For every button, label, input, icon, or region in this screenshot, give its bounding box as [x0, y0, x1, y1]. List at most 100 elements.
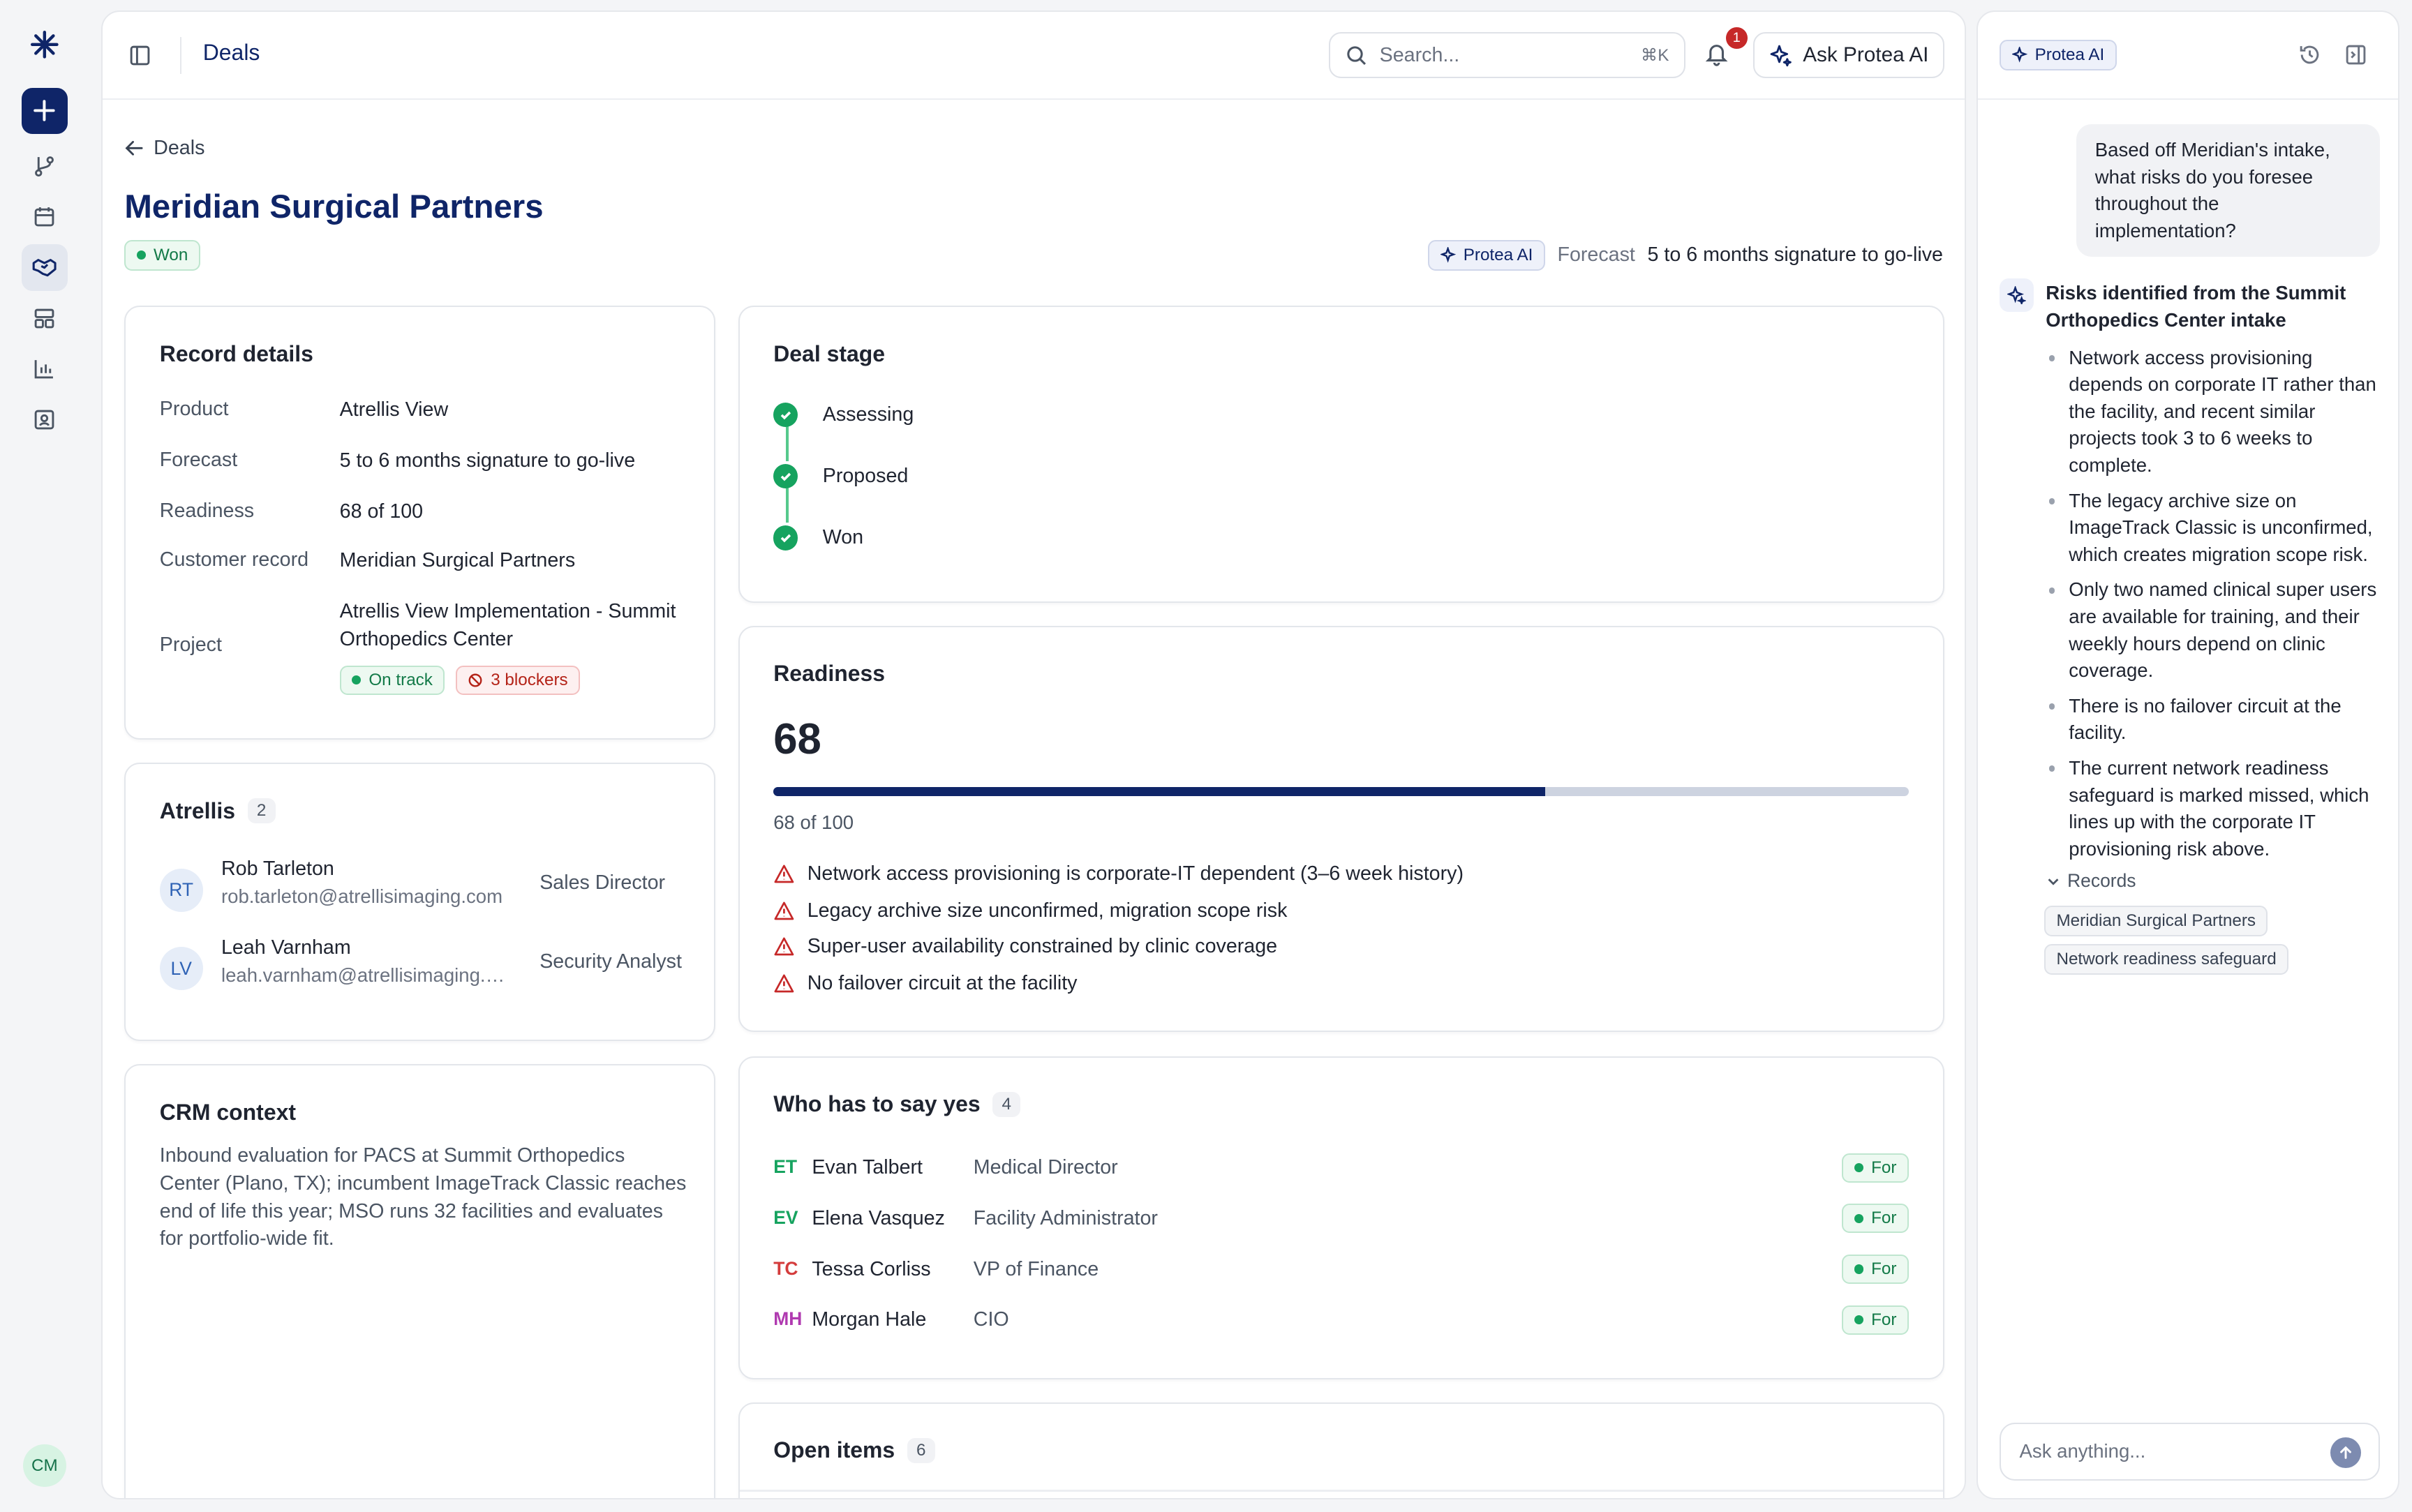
plus-icon[interactable] — [21, 87, 68, 134]
contact-icon[interactable] — [22, 397, 68, 443]
record-chip[interactable]: Meridian Surgical Partners — [2044, 906, 2268, 937]
sidebar-toggle-icon[interactable] — [124, 40, 155, 70]
deal-stage-card: Deal stage Assessing Proposed Won — [738, 306, 1944, 603]
member-role: Sales Director — [539, 871, 666, 895]
approver-role: Medical Director — [973, 1156, 1118, 1179]
answer-bullet: The current network readiness safeguard … — [2046, 755, 2381, 862]
record-chip[interactable]: Network readiness safeguard — [2044, 944, 2289, 975]
stance-tag: For — [1842, 1305, 1909, 1335]
sparkle-icon — [2000, 278, 2034, 313]
page-title: Meridian Surgical Partners — [124, 188, 544, 225]
field-value: 68 of 100 — [339, 500, 424, 523]
answer-bullet: Only two named clinical super users are … — [2046, 576, 2381, 684]
card-title: CRM context — [159, 1099, 296, 1125]
warning-icon — [774, 974, 794, 992]
warning-icon — [774, 864, 794, 883]
stance-label: For — [1871, 1259, 1897, 1279]
record-details-card: Record details Product Atrellis View For… — [124, 306, 715, 740]
bar-chart-icon[interactable] — [22, 346, 68, 392]
stage-item: Won — [773, 525, 863, 551]
top-bar: Deals Search... ⌘K 1 Ask Protea AI — [103, 12, 1965, 100]
branch-icon[interactable] — [22, 143, 68, 189]
answer-title: Risks identified from the Summit Orthope… — [2046, 281, 2346, 331]
field-label: Project — [159, 633, 222, 656]
card-title: Who has to say yes 4 — [773, 1091, 1021, 1118]
check-icon — [773, 525, 798, 551]
readiness-card: Readiness 68 68 of 100 Network access pr… — [738, 625, 1944, 1032]
status-dot — [352, 675, 362, 685]
readiness-of-label: 68 of 100 — [773, 811, 854, 834]
records-toggle[interactable]: Records — [2046, 870, 2136, 892]
approver-row[interactable]: MH Morgan Hale CIO For — [773, 1305, 1909, 1336]
crm-context-card: CRM context Inbound evaluation for PACS … — [124, 1064, 715, 1498]
breadcrumb[interactable]: Deals — [203, 40, 260, 66]
approver-name: Elena Vasquez — [812, 1206, 945, 1229]
project-tags: On track 3 blockers — [339, 665, 581, 695]
stance-tag: For — [1842, 1255, 1909, 1284]
member-email[interactable]: leah.varnham@atrellisimaging.com — [221, 964, 506, 987]
stage-label: Assessing — [822, 403, 914, 426]
records-label: Records — [2067, 870, 2136, 892]
team-card: Atrellis 2 RT Rob Tarleton rob.tarleton@a… — [124, 763, 715, 1041]
avatar: LV — [159, 947, 203, 990]
search-icon — [1347, 46, 1367, 65]
approver-role: CIO — [973, 1308, 1009, 1331]
stance-tag: For — [1842, 1204, 1909, 1234]
approver-row[interactable]: EV Elena Vasquez Facility Administrator For — [773, 1204, 1909, 1234]
open-items-card: Open items 6 — [738, 1402, 1944, 1498]
ai-badge[interactable]: Protea AI — [1428, 239, 1545, 271]
approver-row[interactable]: TC Tessa Corliss VP of Finance For — [773, 1255, 1909, 1285]
status-badge: Won — [124, 239, 200, 271]
readiness-progress-bar — [773, 787, 1909, 797]
answer-bullet: There is no failover circuit at the faci… — [2046, 693, 2381, 747]
blockers-tag[interactable]: 3 blockers — [455, 665, 581, 695]
user-message: Based off Meridian's intake, what risks … — [2076, 124, 2380, 257]
search-placeholder: Search... — [1379, 43, 1460, 66]
ai-badge: Protea AI — [2000, 40, 2117, 71]
history-icon[interactable] — [2298, 43, 2323, 68]
stage-item: Assessing — [773, 403, 914, 428]
stance-label: For — [1871, 1208, 1897, 1228]
ask-ai-button[interactable]: Ask Protea AI — [1753, 32, 1944, 79]
status-dot — [1854, 1315, 1864, 1325]
forecast-label: Forecast — [1557, 244, 1635, 267]
risk-item: No failover circuit at the facility — [773, 972, 1078, 995]
ask-ai-label: Ask Protea AI — [1803, 43, 1929, 67]
ask-input[interactable]: Ask anything... — [2000, 1422, 2380, 1481]
field-label: Product — [159, 398, 229, 421]
panel-collapse-icon[interactable] — [2344, 43, 2369, 68]
team-member[interactable]: RT Rob Tarleton rob.tarleton@atrellisima… — [159, 858, 665, 912]
member-email[interactable]: rob.tarleton@atrellisimaging.com — [221, 885, 506, 908]
layout-icon[interactable] — [22, 295, 68, 341]
stage-item: Proposed — [773, 464, 908, 489]
approver-row[interactable]: ET Evan Talbert Medical Director For — [773, 1153, 1909, 1184]
risk-text: Legacy archive size unconfirmed, migrati… — [807, 899, 1288, 922]
search-input[interactable]: Search... ⌘K — [1329, 32, 1686, 79]
project-link[interactable]: Atrellis View Implementation - Summit Or… — [340, 598, 686, 653]
approver-role: VP of Finance — [973, 1257, 1099, 1280]
send-icon[interactable] — [2330, 1437, 2362, 1469]
sparkle-icon — [1440, 246, 1456, 263]
calendar-icon[interactable] — [22, 194, 68, 240]
customer-record-link[interactable]: Meridian Surgical Partners — [340, 547, 575, 575]
card-title: Record details — [159, 340, 313, 366]
divider — [179, 36, 181, 74]
avatar: RT — [159, 868, 203, 912]
user-avatar[interactable]: CM — [23, 1444, 66, 1488]
team-member[interactable]: LV Leah Varnham leah.varnham@atrellisima… — [159, 936, 682, 990]
forecast-value: 5 to 6 months signature to go-live — [1647, 244, 1943, 267]
approver-role: Facility Administrator — [973, 1206, 1158, 1229]
risk-item: Super-user availability constrained by c… — [773, 935, 1277, 958]
arrow-left-icon — [125, 141, 143, 156]
field-label: Customer record — [159, 548, 309, 571]
check-icon — [773, 464, 798, 489]
status-dot — [1854, 1213, 1864, 1223]
back-link[interactable]: Deals — [124, 137, 204, 160]
status-dot — [136, 250, 146, 260]
asterisk-logo-icon[interactable] — [31, 28, 59, 61]
status-dot — [1854, 1162, 1864, 1173]
ai-panel: Protea AI Based off Meridian's intake, w… — [1976, 10, 2400, 1499]
warning-icon — [774, 937, 794, 956]
handshake-icon[interactable] — [21, 244, 68, 291]
readiness-progress-fill — [773, 787, 1546, 797]
